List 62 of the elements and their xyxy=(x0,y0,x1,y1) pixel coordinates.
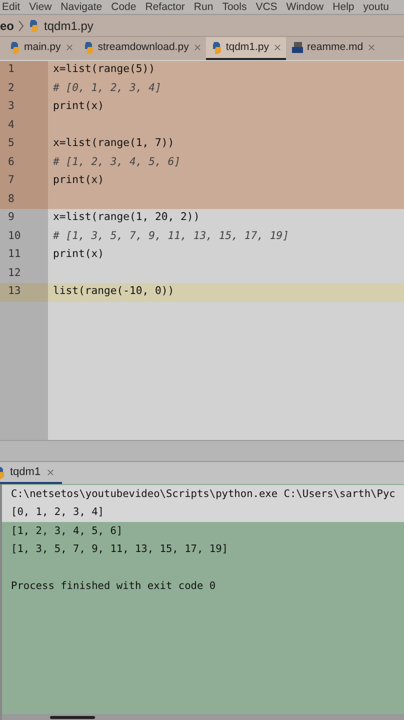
markdown-file-icon xyxy=(291,41,304,54)
tab-label: reamme.md xyxy=(307,40,364,55)
menu-item[interactable]: Edit xyxy=(2,0,20,14)
code-comment: # [1, 2, 3, 4, 5, 6] xyxy=(53,154,181,170)
code-comment: # [1, 3, 5, 7, 9, 11, 13, 15, 17, 19] xyxy=(53,228,289,244)
code-line: list(range(-10, 0)) xyxy=(53,284,174,300)
code-line: x=list(range(5)) xyxy=(53,62,156,78)
line-number: 8 xyxy=(8,192,14,207)
scrollbar-thumb[interactable] xyxy=(50,716,95,718)
line-number: 5 xyxy=(8,136,14,152)
menu-item[interactable]: Help xyxy=(332,0,354,14)
close-icon[interactable] xyxy=(194,44,201,51)
line-number: 3 xyxy=(8,99,14,114)
line-number: 12 xyxy=(8,266,21,281)
console-output: C:\netsetos\youtubevideo\Scripts\python.exe C:\Users\sarth\Pyc xyxy=(11,486,396,502)
code-line: x=list(range(1, 20, 2)) xyxy=(53,210,200,226)
editor-tab[interactable]: streamdownload.py xyxy=(78,37,206,60)
code-line: print(x) xyxy=(53,173,104,188)
code-line: print(x) xyxy=(53,247,104,262)
code-line: x=list(range(1, 7)) xyxy=(53,136,174,152)
python-file-icon xyxy=(82,41,95,54)
close-icon[interactable] xyxy=(66,44,73,51)
line-number: 9 xyxy=(8,210,14,226)
console-output: [0, 1, 2, 3, 4] xyxy=(11,505,104,520)
editor-tab[interactable]: tqdm1.py xyxy=(206,37,286,60)
breadcrumb-item[interactable]: eo xyxy=(0,16,14,34)
code-line: print(x) xyxy=(53,99,104,114)
menu-item[interactable]: Refactor xyxy=(145,0,185,14)
line-number: 2 xyxy=(8,80,14,96)
menu-item[interactable]: Code xyxy=(111,0,136,14)
line-number: 11 xyxy=(8,247,21,262)
tab-label: streamdownload.py xyxy=(98,40,189,55)
menu-item[interactable]: VCS xyxy=(256,0,278,14)
tab-label: tqdm1.py xyxy=(226,40,270,55)
python-file-icon xyxy=(9,41,21,54)
tab-label: tqdm1 xyxy=(10,464,41,480)
editor-tab[interactable]: main.py xyxy=(4,37,78,60)
menu-item[interactable]: youtu xyxy=(363,0,389,14)
line-number: 1 xyxy=(8,62,14,78)
menu-item[interactable]: View xyxy=(29,0,52,14)
line-number: 10 xyxy=(8,228,21,244)
menu-item[interactable]: Tools xyxy=(222,0,247,14)
close-icon[interactable] xyxy=(368,44,376,51)
console-output: Process finished with exit code 0 xyxy=(11,579,216,594)
menu-item[interactable]: Window xyxy=(286,0,324,14)
line-number: 4 xyxy=(8,118,14,133)
breadcrumb-item[interactable]: tqdm1.py xyxy=(44,16,94,34)
python-file-icon xyxy=(28,19,40,32)
close-icon[interactable] xyxy=(46,468,54,476)
chevron-right-icon xyxy=(18,20,24,32)
close-icon[interactable] xyxy=(274,44,282,51)
tab-label: main.py xyxy=(24,40,61,55)
line-number: 7 xyxy=(8,173,14,188)
console-output: [1, 3, 5, 7, 9, 11, 13, 15, 17, 19] xyxy=(11,542,228,558)
menu-item[interactable]: Navigate xyxy=(60,0,102,14)
python-file-icon xyxy=(210,41,223,54)
editor-tab[interactable]: reamme.md xyxy=(286,37,380,60)
menu-item[interactable]: Run xyxy=(194,0,214,14)
line-number: 6 xyxy=(8,154,14,170)
console-output: [1, 2, 3, 4, 5, 6] xyxy=(11,524,123,539)
line-number: 13 xyxy=(8,284,21,300)
code-comment: # [0, 1, 2, 3, 4] xyxy=(53,80,162,96)
